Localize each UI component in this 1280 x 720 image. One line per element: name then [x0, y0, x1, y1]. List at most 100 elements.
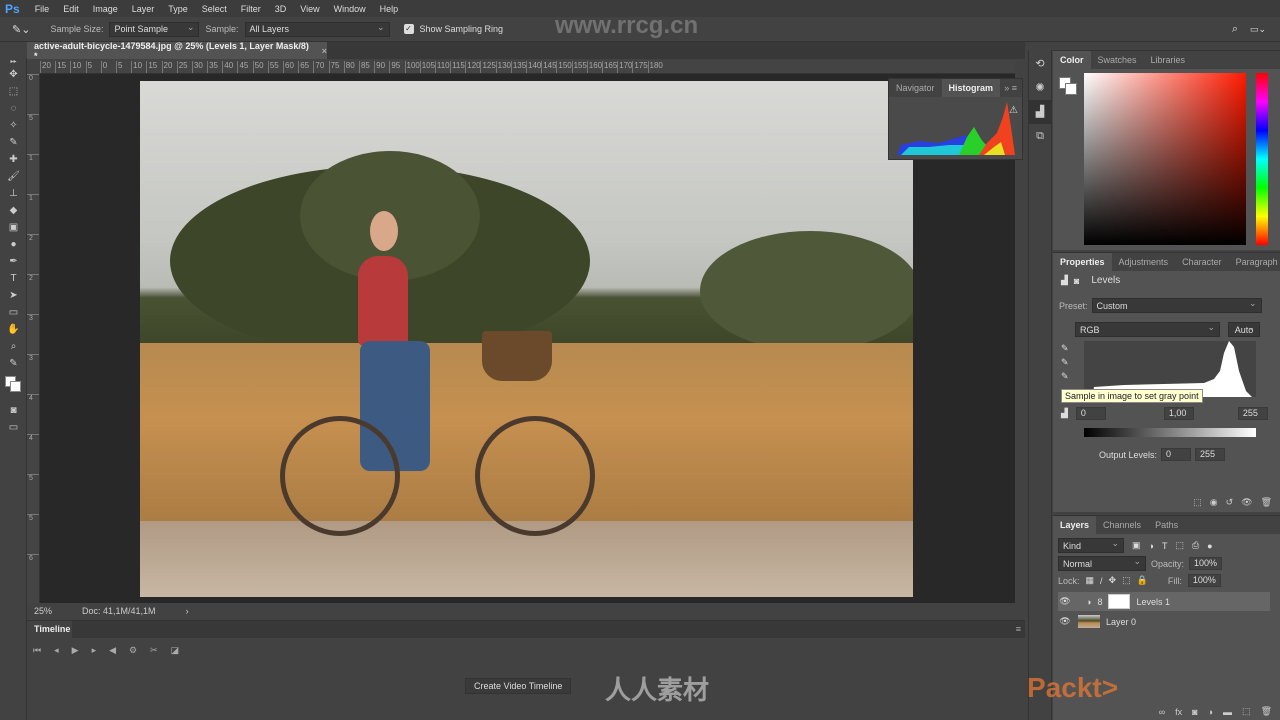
prev-frame-icon[interactable]: ◂	[54, 645, 59, 656]
visibility-eye-icon[interactable]: 👁	[1058, 596, 1072, 607]
document-image[interactable]	[140, 81, 913, 597]
menu-layer[interactable]: Layer	[125, 4, 162, 14]
screen-mode-icon[interactable]: ▭	[0, 419, 27, 436]
histogram-icon[interactable]: ▟	[1029, 100, 1051, 124]
channel-select[interactable]: RGB	[1075, 322, 1220, 337]
shape-tool-icon[interactable]: ▭	[0, 304, 27, 321]
quick-select-tool-icon[interactable]: ✧	[0, 117, 27, 134]
tab-character[interactable]: Character	[1175, 253, 1229, 271]
fx-icon[interactable]: fx	[1175, 707, 1182, 717]
pen-tool-icon[interactable]: ✒	[0, 253, 27, 270]
delete-layer-icon[interactable]: 🗑	[1261, 706, 1272, 717]
new-group-icon[interactable]: ▬	[1223, 707, 1232, 717]
color-field[interactable]	[1084, 73, 1246, 245]
link-icon[interactable]: 8	[1097, 597, 1102, 607]
create-video-timeline-button[interactable]: Create Video Timeline	[465, 678, 572, 694]
hue-slider[interactable]	[1256, 73, 1268, 245]
layer-row-layer-0[interactable]: 👁 Layer 0	[1058, 612, 1270, 631]
clip-to-layer-icon[interactable]: ⬚	[1193, 497, 1202, 508]
settings-icon[interactable]: ⚙	[129, 645, 137, 656]
black-point-eyedropper-icon[interactable]: ✎	[1061, 343, 1069, 354]
zoom-tool-icon[interactable]: ⌕	[0, 338, 27, 355]
status-menu-arrow[interactable]: ›	[186, 606, 189, 616]
marquee-tool-icon[interactable]: ⬚	[0, 83, 27, 100]
healing-brush-icon[interactable]: ✚	[0, 151, 27, 168]
split-scissors-icon[interactable]: ✂	[150, 645, 158, 656]
output-black-field[interactable]: 0	[1161, 448, 1192, 461]
audio-icon[interactable]: ◀	[109, 645, 116, 656]
output-gradient-slider[interactable]	[1084, 428, 1256, 437]
lock-position-icon[interactable]: ✥	[1109, 575, 1117, 586]
menu-window[interactable]: Window	[327, 4, 373, 14]
auto-button[interactable]: Auto	[1228, 322, 1260, 337]
sample-size-select[interactable]: Point Sample	[109, 21, 200, 37]
add-mask-icon[interactable]: ◙	[1192, 707, 1197, 717]
lasso-tool-icon[interactable]: ◌	[0, 100, 27, 117]
tab-color[interactable]: Color	[1053, 51, 1091, 69]
link-layers-icon[interactable]: ∞	[1159, 707, 1165, 717]
view-previous-icon[interactable]: ◉	[1210, 497, 1218, 508]
input-white-field[interactable]: 255	[1237, 407, 1268, 420]
filter-toggle-icon[interactable]: ●	[1207, 541, 1212, 551]
tab-properties[interactable]: Properties	[1053, 253, 1112, 271]
lock-transparent-icon[interactable]: ▦	[1086, 575, 1095, 586]
brush-settings-icon[interactable]: ✺	[1029, 76, 1051, 100]
gradient-tool-icon[interactable]: ▣	[0, 219, 27, 236]
menu-view[interactable]: View	[293, 4, 326, 14]
lock-pixels-icon[interactable]: /	[1100, 576, 1103, 586]
move-tool-icon[interactable]: ✥	[0, 66, 27, 83]
tab-libraries[interactable]: Libraries	[1144, 51, 1193, 69]
search-icon[interactable]: ⌕	[1232, 23, 1238, 36]
color-swatches-icon[interactable]	[0, 372, 27, 402]
path-select-icon[interactable]: ➤	[0, 287, 27, 304]
layer-row-levels-1[interactable]: 👁 ◑ 8 Levels 1	[1058, 592, 1270, 611]
tab-timeline[interactable]: Timeline	[27, 621, 72, 638]
new-adjustment-icon[interactable]: ◑	[1208, 707, 1213, 717]
white-point-eyedropper-icon[interactable]: ✎	[1061, 371, 1069, 382]
menu-filter[interactable]: Filter	[234, 4, 268, 14]
next-frame-icon[interactable]: ▸	[92, 645, 97, 656]
tab-paths[interactable]: Paths	[1148, 516, 1185, 534]
filter-type-icon[interactable]: T	[1162, 541, 1168, 551]
history-icon[interactable]: ⟲	[1029, 52, 1051, 76]
gray-point-eyedropper-icon[interactable]: ✎	[1061, 357, 1069, 368]
layer-mask-thumbnail[interactable]	[1108, 594, 1131, 609]
filter-shape-icon[interactable]: ⬚	[1175, 540, 1184, 551]
input-black-field[interactable]: 0	[1075, 407, 1106, 420]
show-sampling-ring-checkbox[interactable]: ✓	[403, 24, 414, 34]
tab-histogram[interactable]: Histogram	[941, 79, 1001, 97]
clone-source-icon[interactable]: ⧉	[1029, 124, 1051, 148]
play-icon[interactable]: ▶	[72, 645, 79, 656]
menu-file[interactable]: File	[28, 4, 57, 14]
reset-icon[interactable]: ↺	[1226, 497, 1234, 508]
transition-icon[interactable]: ◪	[171, 645, 180, 656]
close-tab-icon[interactable]: ×	[322, 46, 327, 56]
eyedropper-icon[interactable]: ✎	[0, 134, 27, 151]
filter-pixel-icon[interactable]: ▣	[1132, 540, 1141, 551]
clone-stamp-icon[interactable]: ⊥	[0, 185, 27, 202]
zoom-level[interactable]: 25%	[34, 606, 52, 616]
menu-type[interactable]: Type	[161, 4, 195, 14]
hand-tool-icon[interactable]: ✋	[0, 321, 27, 338]
tab-navigator[interactable]: Navigator	[889, 79, 942, 97]
blend-mode-select[interactable]: Normal	[1058, 556, 1146, 571]
quick-mask-icon[interactable]: ◙	[0, 402, 27, 419]
mask-icon[interactable]: ◙	[1074, 276, 1079, 286]
panel-menu-icon[interactable]: » ≡	[1004, 83, 1022, 93]
sample-select[interactable]: All Layers	[244, 21, 390, 37]
panel-menu-icon[interactable]: ≡	[1016, 624, 1021, 634]
lock-all-icon[interactable]: 🔒	[1137, 575, 1148, 586]
clipping-icon[interactable]: ▟	[1061, 408, 1068, 419]
fill-field[interactable]: 100%	[1187, 574, 1221, 587]
eyedropper-tool-icon[interactable]: ✎⌄	[12, 23, 30, 36]
type-tool-icon[interactable]: T	[0, 270, 27, 287]
tab-swatches[interactable]: Swatches	[1091, 51, 1144, 69]
new-layer-icon[interactable]: ⬚	[1242, 706, 1251, 717]
brush-tool-icon[interactable]: 🖌	[0, 168, 27, 185]
input-gamma-field[interactable]: 1,00	[1163, 407, 1194, 420]
output-white-field[interactable]: 255	[1195, 448, 1226, 461]
dodge-tool-icon[interactable]: ●	[0, 236, 27, 253]
menu-select[interactable]: Select	[195, 4, 234, 14]
delete-icon[interactable]: 🗑	[1261, 497, 1272, 508]
preset-select[interactable]: Custom	[1091, 298, 1262, 313]
